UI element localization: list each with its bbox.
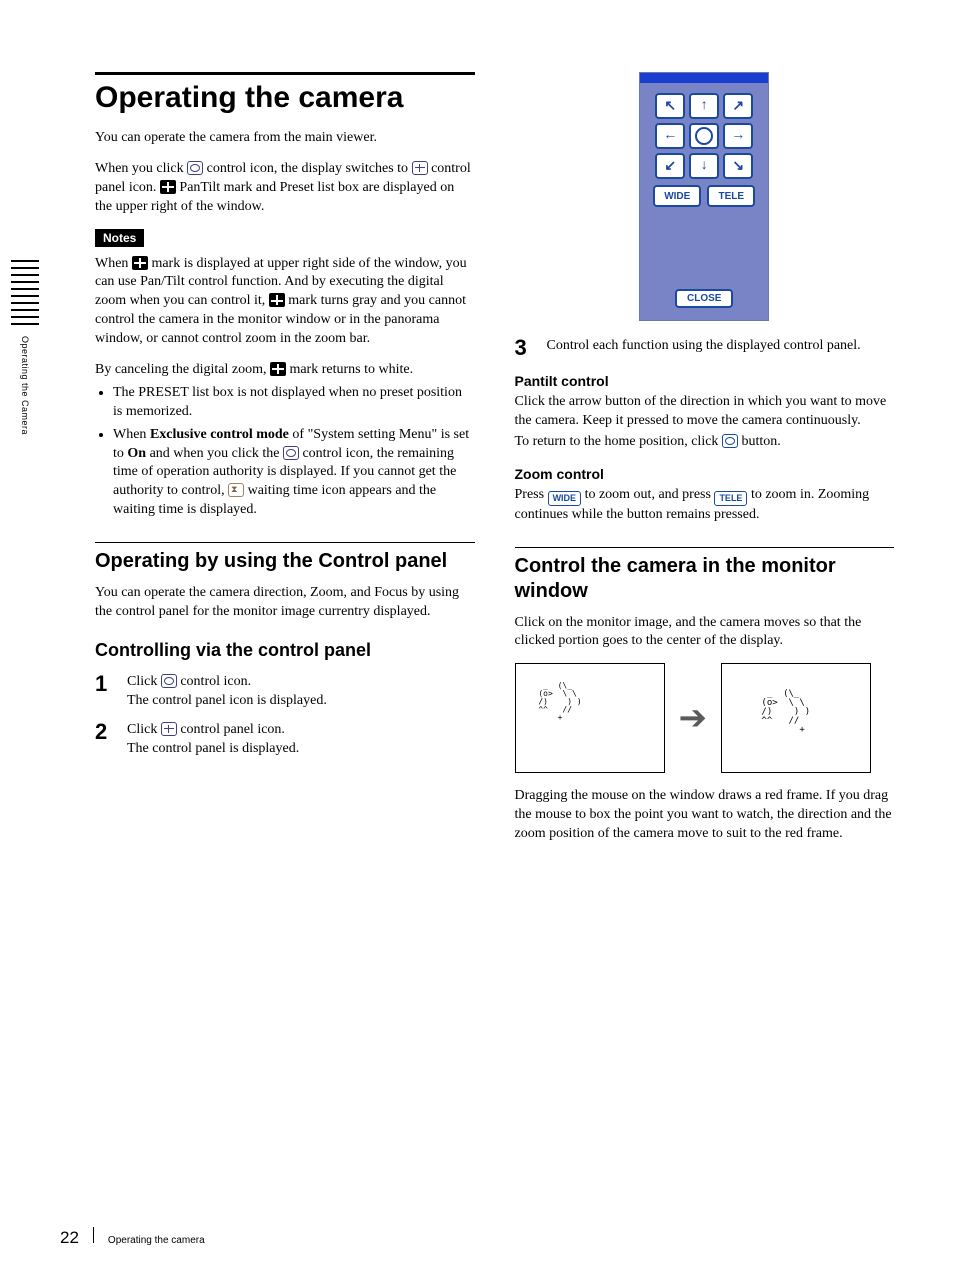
page-footer: 22 Operating the camera xyxy=(60,1227,205,1248)
footer-text: Operating the camera xyxy=(108,1235,205,1246)
zoom-tele-inline-button: TELE xyxy=(714,491,747,506)
bird-drawing: _ (\_ (o> \ \ /) ) ) ^^ // + xyxy=(534,682,582,722)
zoom-tele-button[interactable]: TELE xyxy=(707,185,755,207)
drag-illustration: _ (\_ (o> \ \ /) ) ) ^^ // + ➔ _ (\_ (o>… xyxy=(515,663,895,773)
notes-badge: Notes xyxy=(95,229,144,247)
section-heading-operating: Operating by using the Control panel xyxy=(95,549,475,574)
list-item: The PRESET list box is not displayed whe… xyxy=(113,384,475,422)
panel-close-button[interactable]: CLOSE xyxy=(675,289,733,308)
pantilt-mark-icon xyxy=(160,180,176,194)
control-panel-body: ↖ ↑ ↗ ← → ↙ ↓ ↘ WIDE TELE CLOSE xyxy=(640,83,768,320)
right-column: ↖ ↑ ↗ ← → ↙ ↓ ↘ WIDE TELE CLOSE xyxy=(515,72,895,856)
control-panel-icon xyxy=(412,161,428,175)
arrow-right-icon: ➔ xyxy=(679,698,708,738)
pan-down-right-button[interactable]: ↘ xyxy=(723,153,753,179)
zoom-wide-inline-button: WIDE xyxy=(548,491,582,506)
pantilt-grid: ↖ ↑ ↗ ← → ↙ ↓ ↘ xyxy=(655,93,753,179)
monitor-paragraph-1: Click on the monitor image, and the came… xyxy=(515,614,895,652)
note-paragraph-1: When mark is displayed at upper right si… xyxy=(95,255,475,349)
pan-up-left-button[interactable]: ↖ xyxy=(655,93,685,119)
pan-down-left-button[interactable]: ↙ xyxy=(655,153,685,179)
step-body: Click control icon. The control panel ic… xyxy=(127,673,327,711)
heading-zoom-control: Zoom control xyxy=(515,466,895,482)
pan-right-button[interactable]: → xyxy=(723,123,753,149)
pan-home-button[interactable] xyxy=(689,123,719,149)
pan-up-right-button[interactable]: ↗ xyxy=(723,93,753,119)
pan-left-button[interactable]: ← xyxy=(655,123,685,149)
heading-pantilt-control: Pantilt control xyxy=(515,373,895,389)
step-body: Click control panel icon. The control pa… xyxy=(127,721,299,759)
step-number: 1 xyxy=(95,673,113,711)
bird-drawing: _ (\_ (o> \ \ /) ) ) ^^ // + xyxy=(756,690,816,735)
pantilt-mark-icon xyxy=(132,256,148,270)
content-columns: Operating the camera You can operate the… xyxy=(95,72,894,856)
home-button-icon xyxy=(722,434,738,448)
subsection-heading-controlling: Controlling via the control panel xyxy=(95,640,475,661)
page-number: 22 xyxy=(60,1228,79,1248)
pantilt-mark-icon xyxy=(269,293,285,307)
step-3: 3 Control each function using the displa… xyxy=(515,337,895,359)
zoom-wide-button[interactable]: WIDE xyxy=(653,185,701,207)
side-tab-lines xyxy=(11,260,39,330)
notes-list: The PRESET list box is not displayed whe… xyxy=(95,384,475,520)
step-1: 1 Click control icon. The control panel … xyxy=(95,673,475,711)
footer-rule xyxy=(93,1227,94,1243)
control-panel-icon xyxy=(161,722,177,736)
step-2: 2 Click control panel icon. The control … xyxy=(95,721,475,759)
operating-paragraph: You can operate the camera direction, Zo… xyxy=(95,584,475,622)
drag-after-box: _ (\_ (o> \ \ /) ) ) ^^ // + xyxy=(721,663,871,773)
section-heading-monitor: Control the camera in the monitor window xyxy=(515,554,895,604)
step-body: Control each function using the displaye… xyxy=(547,337,861,359)
zoom-row: WIDE TELE xyxy=(653,185,755,207)
control-icon xyxy=(187,161,203,175)
waiting-time-icon xyxy=(228,483,244,497)
control-panel-figure: ↖ ↑ ↗ ← → ↙ ↓ ↘ WIDE TELE CLOSE xyxy=(639,72,769,321)
section-rule xyxy=(515,547,895,548)
side-tab: Operating the Camera xyxy=(10,260,40,435)
drag-before-box: _ (\_ (o> \ \ /) ) ) ^^ // + xyxy=(515,663,665,773)
pantilt-paragraph: Click the arrow button of the direction … xyxy=(515,393,895,431)
page-title: Operating the camera xyxy=(95,81,475,115)
pan-down-button[interactable]: ↓ xyxy=(689,153,719,179)
section-rule xyxy=(95,542,475,543)
intro-paragraph-2: When you click control icon, the display… xyxy=(95,160,475,217)
monitor-paragraph-2: Dragging the mouse on the window draws a… xyxy=(515,787,895,844)
intro-paragraph: You can operate the camera from the main… xyxy=(95,129,475,148)
left-column: Operating the camera You can operate the… xyxy=(95,72,475,856)
control-icon xyxy=(161,674,177,688)
pantilt-home-paragraph: To return to the home position, click bu… xyxy=(515,433,895,452)
zoom-paragraph: Press WIDE to zoom out, and press TELE t… xyxy=(515,486,895,525)
step-number: 3 xyxy=(515,337,533,359)
list-item: When Exclusive control mode of "System s… xyxy=(113,426,475,520)
pantilt-mark-icon xyxy=(270,362,286,376)
step-number: 2 xyxy=(95,721,113,759)
control-panel-titlebar xyxy=(640,73,768,83)
pan-up-button[interactable]: ↑ xyxy=(689,93,719,119)
side-tab-label: Operating the Camera xyxy=(20,336,30,435)
control-icon xyxy=(283,446,299,460)
note-paragraph-2: By canceling the digital zoom, mark retu… xyxy=(95,361,475,380)
title-rule xyxy=(95,72,475,75)
